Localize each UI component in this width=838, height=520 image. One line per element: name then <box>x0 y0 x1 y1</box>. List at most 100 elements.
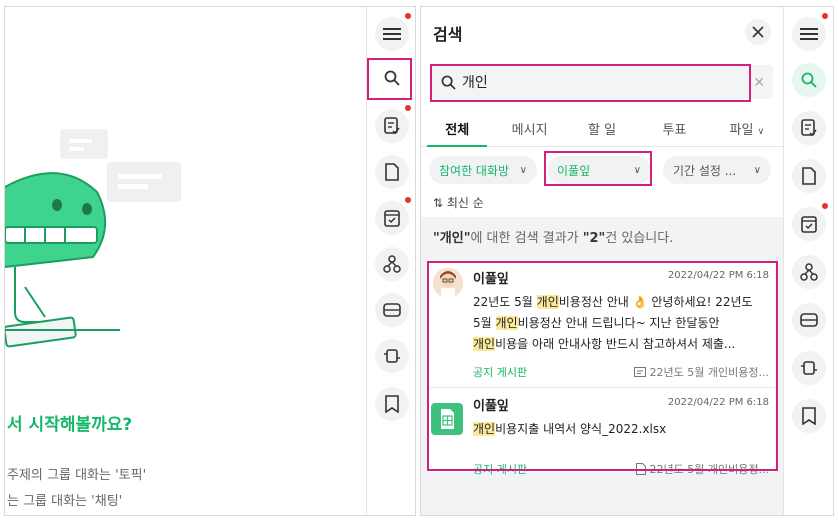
task-button[interactable] <box>375 105 411 143</box>
search-icon <box>441 75 456 90</box>
board-link[interactable]: 공지 게시판 <box>473 364 527 380</box>
source-title: 22년도 5월 개인비용정... <box>649 463 769 476</box>
search-button[interactable] <box>375 61 409 95</box>
person-filter[interactable]: 이풀잎 ∨ <box>547 156 651 184</box>
source-info: 22년도 5월 개인비용정... <box>633 364 769 380</box>
author-name: 이풀잎 <box>473 399 509 414</box>
welcome-area: 서 시작해볼까요? 주제의 그룹 대화는 '토픽' 는 그룹 대화는 '채팅' <box>5 7 366 515</box>
search-icon <box>384 70 400 86</box>
organization-button[interactable] <box>792 255 826 289</box>
board-icon <box>633 367 646 377</box>
close-button[interactable] <box>745 19 771 45</box>
search-box: ✕ <box>431 65 773 99</box>
file-button[interactable] <box>792 159 826 193</box>
file-icon <box>385 163 399 181</box>
org-chart-icon <box>800 263 818 281</box>
welcome-illustration <box>5 129 181 348</box>
drive-button[interactable] <box>792 303 826 337</box>
result-list: 이풀잎 2022/04/22 PM 6:18 22년도 5월 개인비용정산 안내… <box>429 262 775 476</box>
task-button[interactable] <box>792 111 826 145</box>
chevron-down-icon: ∨ <box>633 164 641 176</box>
bookmark-button[interactable] <box>375 387 409 421</box>
notification-badge <box>405 13 411 19</box>
tab-todo[interactable]: 할 일 <box>566 109 638 146</box>
notification-badge <box>822 13 828 19</box>
search-filters: 참여한 대화방 ∨ 이풀잎 ∨ 기간 설정 ... ∨ ⇅ 최신 순 <box>421 147 783 217</box>
summary-middle: 에 대한 검색 결과가 <box>470 231 583 246</box>
period-filter[interactable]: 기간 설정 ... ∨ <box>663 156 771 184</box>
source-info: 22년도 5월 개인비용정... <box>635 461 769 477</box>
left-window: 서 시작해볼까요? 주제의 그룹 대화는 '토픽' 는 그룹 대화는 '채팅' <box>4 6 416 516</box>
preview-text: 22년도 5월 <box>473 295 537 309</box>
chevron-down-icon: ∨ <box>753 164 761 176</box>
menu-button[interactable] <box>792 13 828 51</box>
excel-file-icon <box>431 403 463 435</box>
result-item[interactable]: 이풀잎 2022/04/22 PM 6:18 22년도 5월 개인비용정산 안내… <box>429 262 775 388</box>
menu-icon <box>800 28 818 40</box>
keyword-highlight: 개인 <box>473 422 496 436</box>
file-name-rest: 비용지출 내역서 양식_2022.xlsx <box>495 422 667 436</box>
file-name: 개인비용지출 내역서 양식_2022.xlsx <box>473 419 769 440</box>
keyword-highlight: 개인 <box>473 337 496 351</box>
summary-keyword: "개인" <box>433 231 471 246</box>
post-date: 2022/04/22 PM 6:18 <box>667 397 769 408</box>
summary-count: "2" <box>582 231 606 246</box>
integration-button[interactable] <box>792 351 826 385</box>
clear-search-icon[interactable]: ✕ <box>753 75 765 91</box>
search-button-active[interactable] <box>792 63 826 97</box>
chevron-down-icon: ∨ <box>757 127 765 137</box>
menu-icon <box>383 28 401 40</box>
calendar-button[interactable] <box>792 203 828 241</box>
result-preview: 22년도 5월 개인비용정산 안내 👌 안녕하세요! 22년도 5월 개인비용정… <box>473 292 769 355</box>
file-icon <box>802 167 816 185</box>
search-header: 검색 <box>421 7 783 57</box>
period-filter-label: 기간 설정 ... <box>673 163 737 178</box>
integration-icon <box>384 349 400 363</box>
welcome-desc-chat: 는 그룹 대화는 '채팅' <box>7 494 123 509</box>
integration-button[interactable] <box>375 339 409 373</box>
keyword-highlight: 개인 <box>536 295 559 309</box>
room-filter[interactable]: 참여한 대화방 ∨ <box>429 156 537 184</box>
bookmark-icon <box>385 395 399 413</box>
notification-badge <box>405 197 411 203</box>
avatar <box>433 268 463 298</box>
preview-text: 5월 <box>473 316 496 330</box>
close-icon <box>752 26 764 38</box>
sort-button[interactable]: ⇅ 최신 순 <box>433 194 484 211</box>
org-chart-icon <box>383 255 401 273</box>
tab-messages[interactable]: 메시지 <box>493 109 565 146</box>
tab-files[interactable]: 파일 ∨ <box>711 109 783 146</box>
integration-icon <box>801 361 817 375</box>
search-bar-area: ✕ <box>421 57 783 109</box>
notification-badge <box>822 203 828 209</box>
menu-button[interactable] <box>375 13 411 51</box>
bookmark-icon <box>802 407 816 425</box>
drive-icon <box>800 313 818 327</box>
post-date: 2022/04/22 PM 6:18 <box>667 270 769 281</box>
tab-vote[interactable]: 투표 <box>638 109 710 146</box>
file-icon <box>635 463 646 475</box>
tab-files-label: 파일 <box>729 123 754 138</box>
search-icon <box>801 72 817 88</box>
bookmark-button[interactable] <box>792 399 826 433</box>
drive-button[interactable] <box>375 293 409 327</box>
search-input[interactable] <box>462 74 732 90</box>
person-filter-label: 이풀잎 <box>557 163 591 178</box>
board-link[interactable]: 공지 게시판 <box>473 461 527 477</box>
sort-label: 최신 순 <box>446 196 484 210</box>
result-summary: "개인"에 대한 검색 결과가 "2"건 있습니다. <box>433 227 673 246</box>
chevron-down-icon: ∨ <box>519 164 527 176</box>
welcome-title: 서 시작해볼까요? <box>7 415 133 435</box>
left-sidebar-rail <box>366 7 415 515</box>
summary-suffix: 건 있습니다. <box>605 231 674 246</box>
sort-icon: ⇅ <box>433 196 444 210</box>
calendar-check-icon <box>384 210 400 227</box>
result-item[interactable]: 이풀잎 2022/04/22 PM 6:18 개인비용지출 내역서 양식_202… <box>429 389 775 476</box>
preview-text: 비용정산 안내 <box>558 295 633 309</box>
drive-icon <box>383 303 401 317</box>
room-filter-label: 참여한 대화방 <box>439 163 510 178</box>
file-button[interactable] <box>375 155 409 189</box>
calendar-button[interactable] <box>375 197 411 235</box>
organization-button[interactable] <box>375 247 409 281</box>
tab-all[interactable]: 전체 <box>421 109 493 147</box>
